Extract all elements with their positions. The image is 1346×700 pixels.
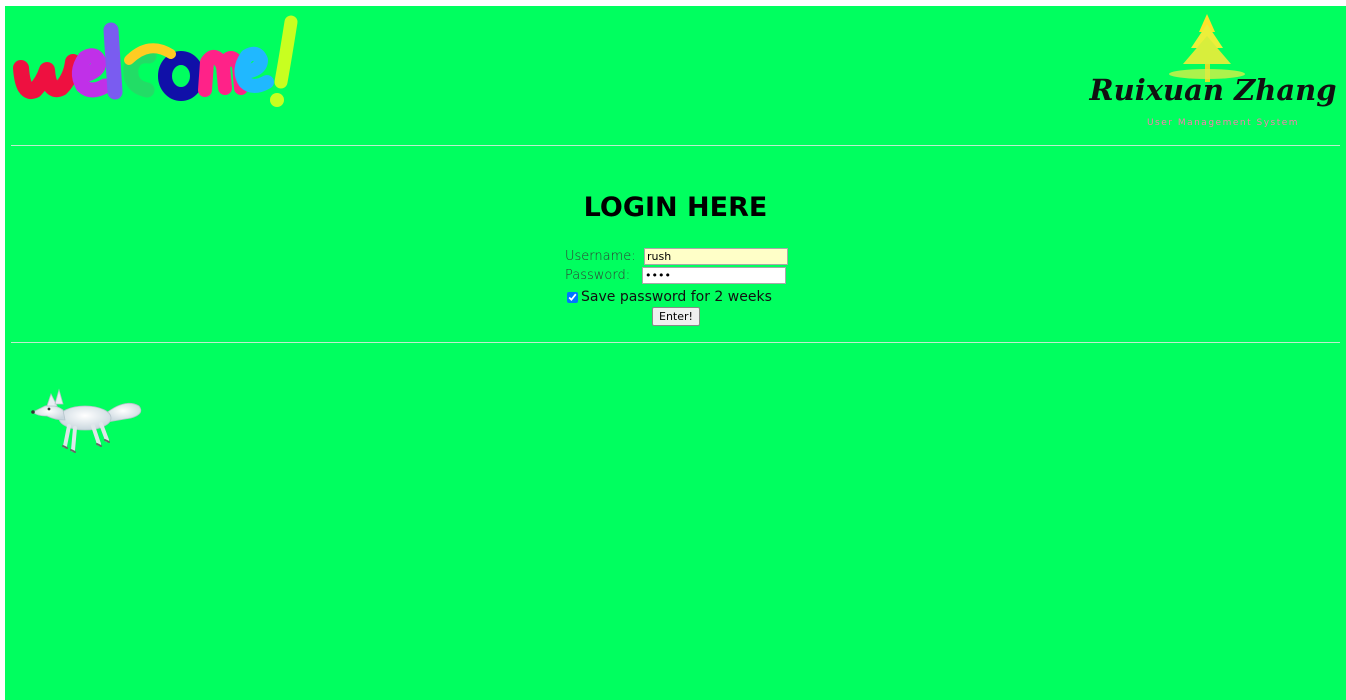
password-label: Password: (565, 268, 631, 283)
password-input[interactable] (642, 267, 786, 284)
save-password-checkbox[interactable] (567, 292, 578, 303)
arctic-fox-icon (31, 388, 142, 453)
brand-logo: Ruixuan Zhang User Management System (1089, 14, 1337, 128)
username-input[interactable] (644, 248, 788, 265)
page-background: Ruixuan Zhang User Management System LOG… (5, 6, 1346, 700)
page-title: LOGIN HERE (583, 192, 768, 223)
welcome-logo (13, 15, 298, 107)
enter-button[interactable]: Enter! (652, 307, 700, 326)
divider-top (11, 145, 1340, 146)
divider-bottom (11, 342, 1340, 343)
save-password-label: Save password for 2 weeks (581, 289, 772, 305)
brand-name: Ruixuan Zhang (1089, 73, 1337, 107)
tree-icon (1169, 14, 1245, 82)
username-label: Username: (565, 249, 636, 264)
brand-tagline: User Management System (1147, 118, 1299, 128)
